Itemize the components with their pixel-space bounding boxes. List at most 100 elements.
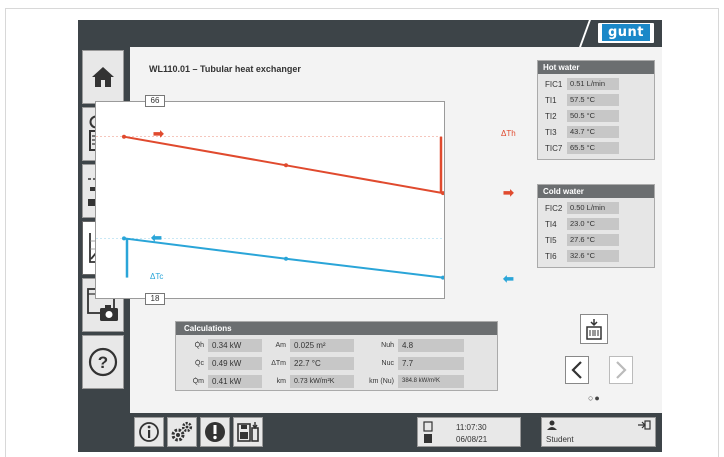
hot-water-title: Hot water: [538, 61, 654, 74]
gears-icon: [171, 421, 193, 442]
hot-row-value: 65.5 °C: [567, 142, 619, 154]
calculations-title: Calculations: [176, 322, 497, 335]
y-axis-min: 18: [145, 293, 165, 305]
calc-value: 0.41 kW: [208, 374, 262, 388]
calc-label: ΔTm: [271, 359, 286, 367]
cold-row: TI4 23.0 °C: [538, 216, 654, 232]
hot-inlet-arrow-icon: ➡: [153, 126, 164, 141]
cold-row-label: TI6: [545, 251, 557, 261]
cold-row-value: 0.50 L/min: [567, 202, 619, 214]
hot-row: TI3 43.7 °C: [538, 124, 654, 140]
calc-label: km: [276, 377, 286, 385]
alarm-button[interactable]: [200, 417, 230, 447]
temperature-chart: [96, 134, 444, 280]
calc-row: Q̇m 0.41 kW km 0.73 kW/m²K km (Nu) 384.8…: [176, 372, 497, 390]
hot-row-label: TI1: [545, 95, 557, 105]
page-indicator: ○●: [588, 393, 601, 403]
delta-tc-label: ΔTc: [150, 272, 164, 281]
next-button[interactable]: [609, 356, 633, 384]
svg-text:?: ?: [98, 353, 108, 372]
data-export-button[interactable]: [233, 417, 263, 447]
hot-row: TI2 50.5 °C: [538, 108, 654, 124]
sidebar-item-help[interactable]: ?: [82, 335, 124, 389]
hot-row: TIC7 65.5 °C: [538, 140, 654, 156]
cold-water-line-point: [441, 275, 444, 280]
hot-water-line: [123, 135, 444, 195]
previous-button[interactable]: [565, 356, 589, 384]
calc-label: Q̇m: [192, 377, 204, 385]
delta-th-label: ΔTh: [501, 129, 516, 138]
calc-value: 384.8 kW/m²K: [398, 374, 464, 388]
info-button[interactable]: [134, 417, 164, 447]
calc-label: Nuh: [381, 341, 394, 349]
cold-row-label: TI5: [545, 235, 557, 245]
date-text: 06/08/21: [456, 435, 488, 444]
cold-row-label: TI4: [545, 219, 557, 229]
info-icon: [139, 422, 159, 442]
hot-row-value: 57.5 °C: [567, 94, 619, 106]
temperature-plot: [95, 101, 445, 299]
cold-water-line: [123, 237, 444, 279]
hot-water-panel: Hot water FIC1 0.51 L/min TI1 57.5 °C TI2 5…: [537, 60, 655, 160]
hot-row: FIC1 0.51 L/min: [538, 76, 654, 92]
save-export-icon: [237, 422, 259, 442]
hot-water-line-point: [284, 163, 288, 168]
calc-value: 22.7 °C: [290, 356, 354, 370]
calc-value: 0.34 kW: [208, 338, 262, 352]
hot-row-value: 50.5 °C: [567, 110, 619, 122]
calc-value: 4.8: [398, 338, 464, 352]
logo-text: gunt: [602, 24, 650, 41]
cold-row-value: 27.6 °C: [567, 234, 619, 246]
hot-row-value: 43.7 °C: [567, 126, 619, 138]
cold-row: TI6 32.6 °C: [538, 248, 654, 264]
help-icon: ?: [88, 347, 118, 377]
logo: gunt: [598, 23, 654, 43]
cold-row: TI5 27.6 °C: [538, 232, 654, 248]
page-title: WL110.01 – Tubular heat exchanger: [149, 64, 301, 74]
cold-inlet-arrow-icon: ⬅: [503, 271, 514, 286]
chevron-left-icon: [571, 361, 582, 379]
calc-label: Q̇h: [194, 341, 204, 349]
cold-water-title: Cold water: [538, 185, 654, 198]
cold-water-panel: Cold water FIC2 0.50 L/min TI4 23.0 °C TI5…: [537, 184, 655, 268]
hot-row-label: FIC1: [545, 79, 563, 89]
settings-button[interactable]: [167, 417, 197, 447]
calculations-panel: Calculations Q̇h 0.34 kW Am 0.025 m² Nuh…: [175, 321, 498, 391]
calc-label: Q̇c: [195, 359, 204, 367]
download-panel-icon: [586, 319, 602, 340]
hot-row-label: TIC7: [545, 143, 563, 153]
clock-calendar-icon: [423, 421, 433, 443]
user-icon: [547, 420, 557, 430]
cold-row-value: 32.6 °C: [567, 250, 619, 262]
calc-value: 0.49 kW: [208, 356, 262, 370]
import-button[interactable]: [580, 314, 608, 344]
cold-row: FIC2 0.50 L/min: [538, 200, 654, 216]
user-display[interactable]: Student: [541, 417, 656, 447]
cold-row-value: 23.0 °C: [567, 218, 619, 230]
calc-value: 0.73 kW/m²K: [290, 374, 354, 388]
datetime-display: 11:07:30 06/08/21: [417, 417, 521, 447]
alert-icon: [205, 422, 225, 442]
calc-label: km (Nu): [369, 377, 394, 385]
calc-value: 7.7: [398, 356, 464, 370]
calc-row: Q̇h 0.34 kW Am 0.025 m² Nuh 4.8: [176, 336, 497, 354]
bottom-bar: 11:07:30 06/08/21 Student: [130, 413, 662, 452]
time-text: 11:07:30: [456, 423, 487, 432]
cold-water-line-point: [122, 236, 126, 241]
hot-row: TI1 57.5 °C: [538, 92, 654, 108]
hot-row-value: 0.51 L/min: [567, 78, 619, 90]
user-name: Student: [546, 435, 574, 444]
home-icon: [92, 67, 114, 87]
top-bar: gunt: [78, 20, 662, 47]
hot-water-line-point: [122, 134, 126, 139]
y-axis-max: 66: [145, 95, 165, 107]
chevron-right-icon: [616, 361, 627, 379]
hot-outlet-arrow-icon: ➡: [503, 185, 514, 200]
sidebar-item-home[interactable]: [82, 50, 124, 104]
cold-water-line-point: [284, 256, 288, 261]
calc-row: Q̇c 0.49 kW ΔTm 22.7 °C Nuc 7.7: [176, 354, 497, 372]
calc-label: Nuc: [381, 359, 394, 367]
calc-value: 0.025 m²: [290, 338, 354, 352]
logout-icon: [638, 420, 651, 430]
cold-row-label: FIC2: [545, 203, 563, 213]
